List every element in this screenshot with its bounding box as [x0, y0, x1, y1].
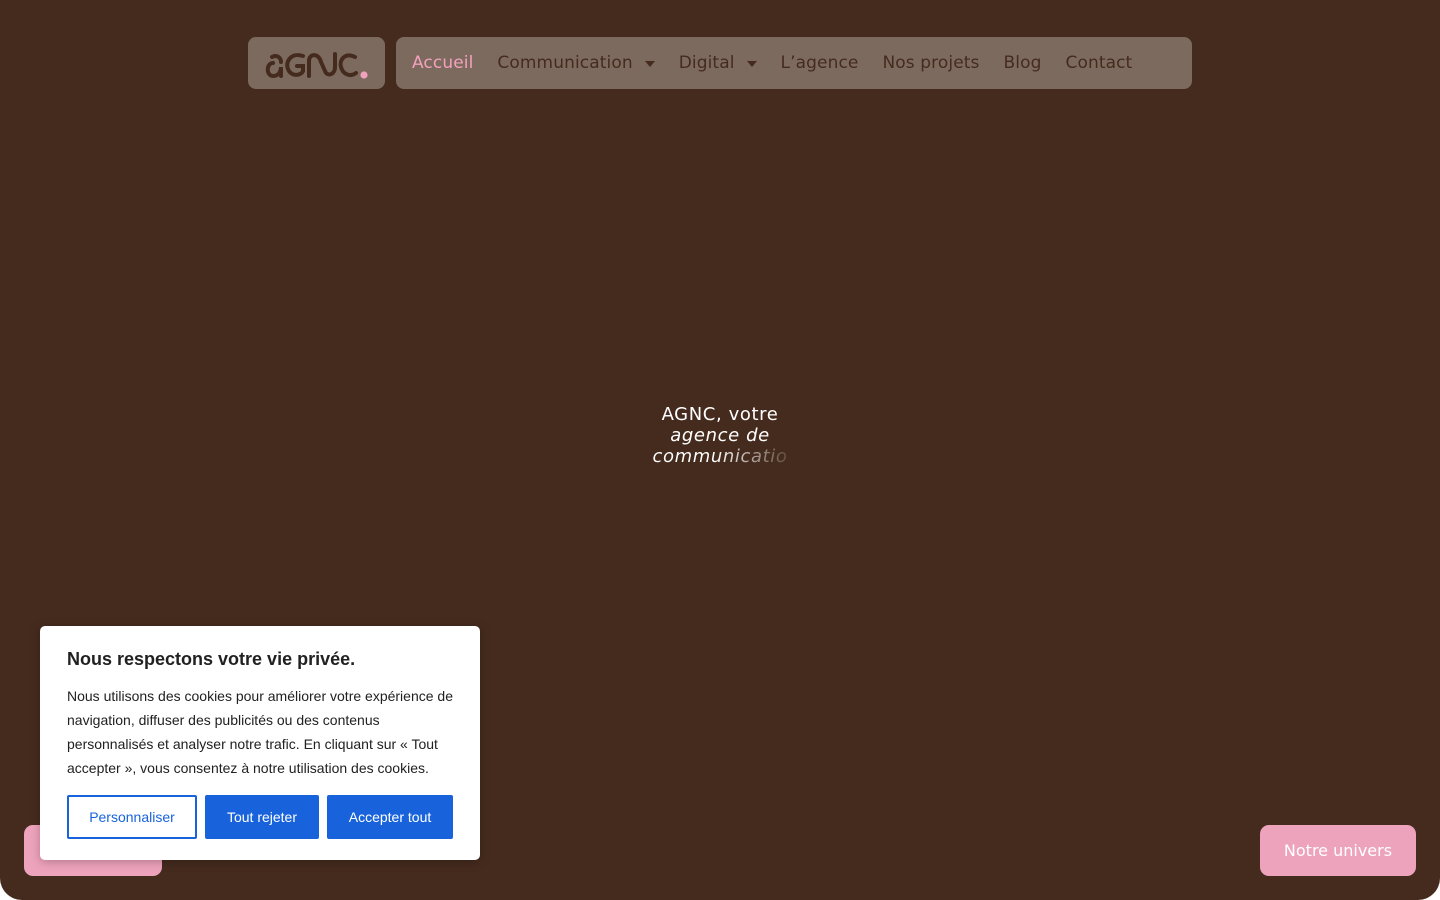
page: Accueil Communication Digital L’agence N…: [0, 0, 1440, 900]
reject-all-button[interactable]: Tout rejeter: [205, 795, 319, 839]
notre-univers-label: Notre univers: [1283, 841, 1393, 860]
cookie-title: Nous respectons votre vie privée.: [67, 649, 356, 669]
cookie-text: Nous utilisons des cookies pour améliore…: [67, 688, 453, 776]
nav-item-accueil[interactable]: Accueil: [412, 53, 473, 73]
hero-heading: AGNC, votre agence de communicatio: [600, 404, 840, 467]
nav-item-blog[interactable]: Blog: [1003, 53, 1041, 73]
caret-down-icon: [746, 61, 757, 67]
nav-item-communication[interactable]: Communication: [497, 53, 655, 73]
notre-univers-button[interactable]: Notre univers: [1260, 825, 1416, 876]
cookie-actions: Personnaliser Tout rejeter Accepter tout: [67, 795, 453, 839]
nav-item-agence-label: L’agence: [780, 53, 859, 73]
hero-line-2: agence de: [670, 425, 770, 446]
reject-all-button-label: Tout rejeter: [226, 809, 298, 825]
accept-all-button-label: Accepter tout: [348, 809, 432, 825]
hero-line-3-text: communicatio: [652, 446, 788, 467]
hero-line-3: communicatio: [600, 446, 840, 467]
nav-item-agence[interactable]: L’agence: [781, 53, 859, 73]
nav-item-digital-label: Digital: [678, 53, 735, 73]
nav-item-accueil-label: Accueil: [412, 53, 474, 73]
logo-dot: [359, 71, 368, 79]
nav-item-projets-label: Nos projets: [882, 53, 980, 73]
cookie-banner: Nous respectons votre vie privée. Nous u…: [40, 626, 480, 860]
agnc-logo: [265, 52, 368, 79]
nav-item-digital[interactable]: Digital: [679, 53, 757, 73]
customize-button-label: Personnaliser: [89, 809, 175, 825]
accept-all-button[interactable]: Accepter tout: [327, 795, 453, 839]
nav-item-contact-label: Contact: [1065, 53, 1133, 73]
logo-link[interactable]: [248, 37, 385, 89]
nav-item-projets[interactable]: Nos projets: [882, 53, 979, 73]
main-nav: Accueil Communication Digital L’agence N…: [396, 37, 1192, 89]
nav-item-communication-label: Communication: [497, 53, 633, 73]
customize-button[interactable]: Personnaliser: [67, 795, 197, 839]
caret-down-icon: [644, 61, 655, 67]
nav-item-blog-label: Blog: [1003, 53, 1042, 73]
hero-line-1: AGNC, votre: [661, 404, 779, 425]
nav-item-contact[interactable]: Contact: [1065, 53, 1132, 73]
